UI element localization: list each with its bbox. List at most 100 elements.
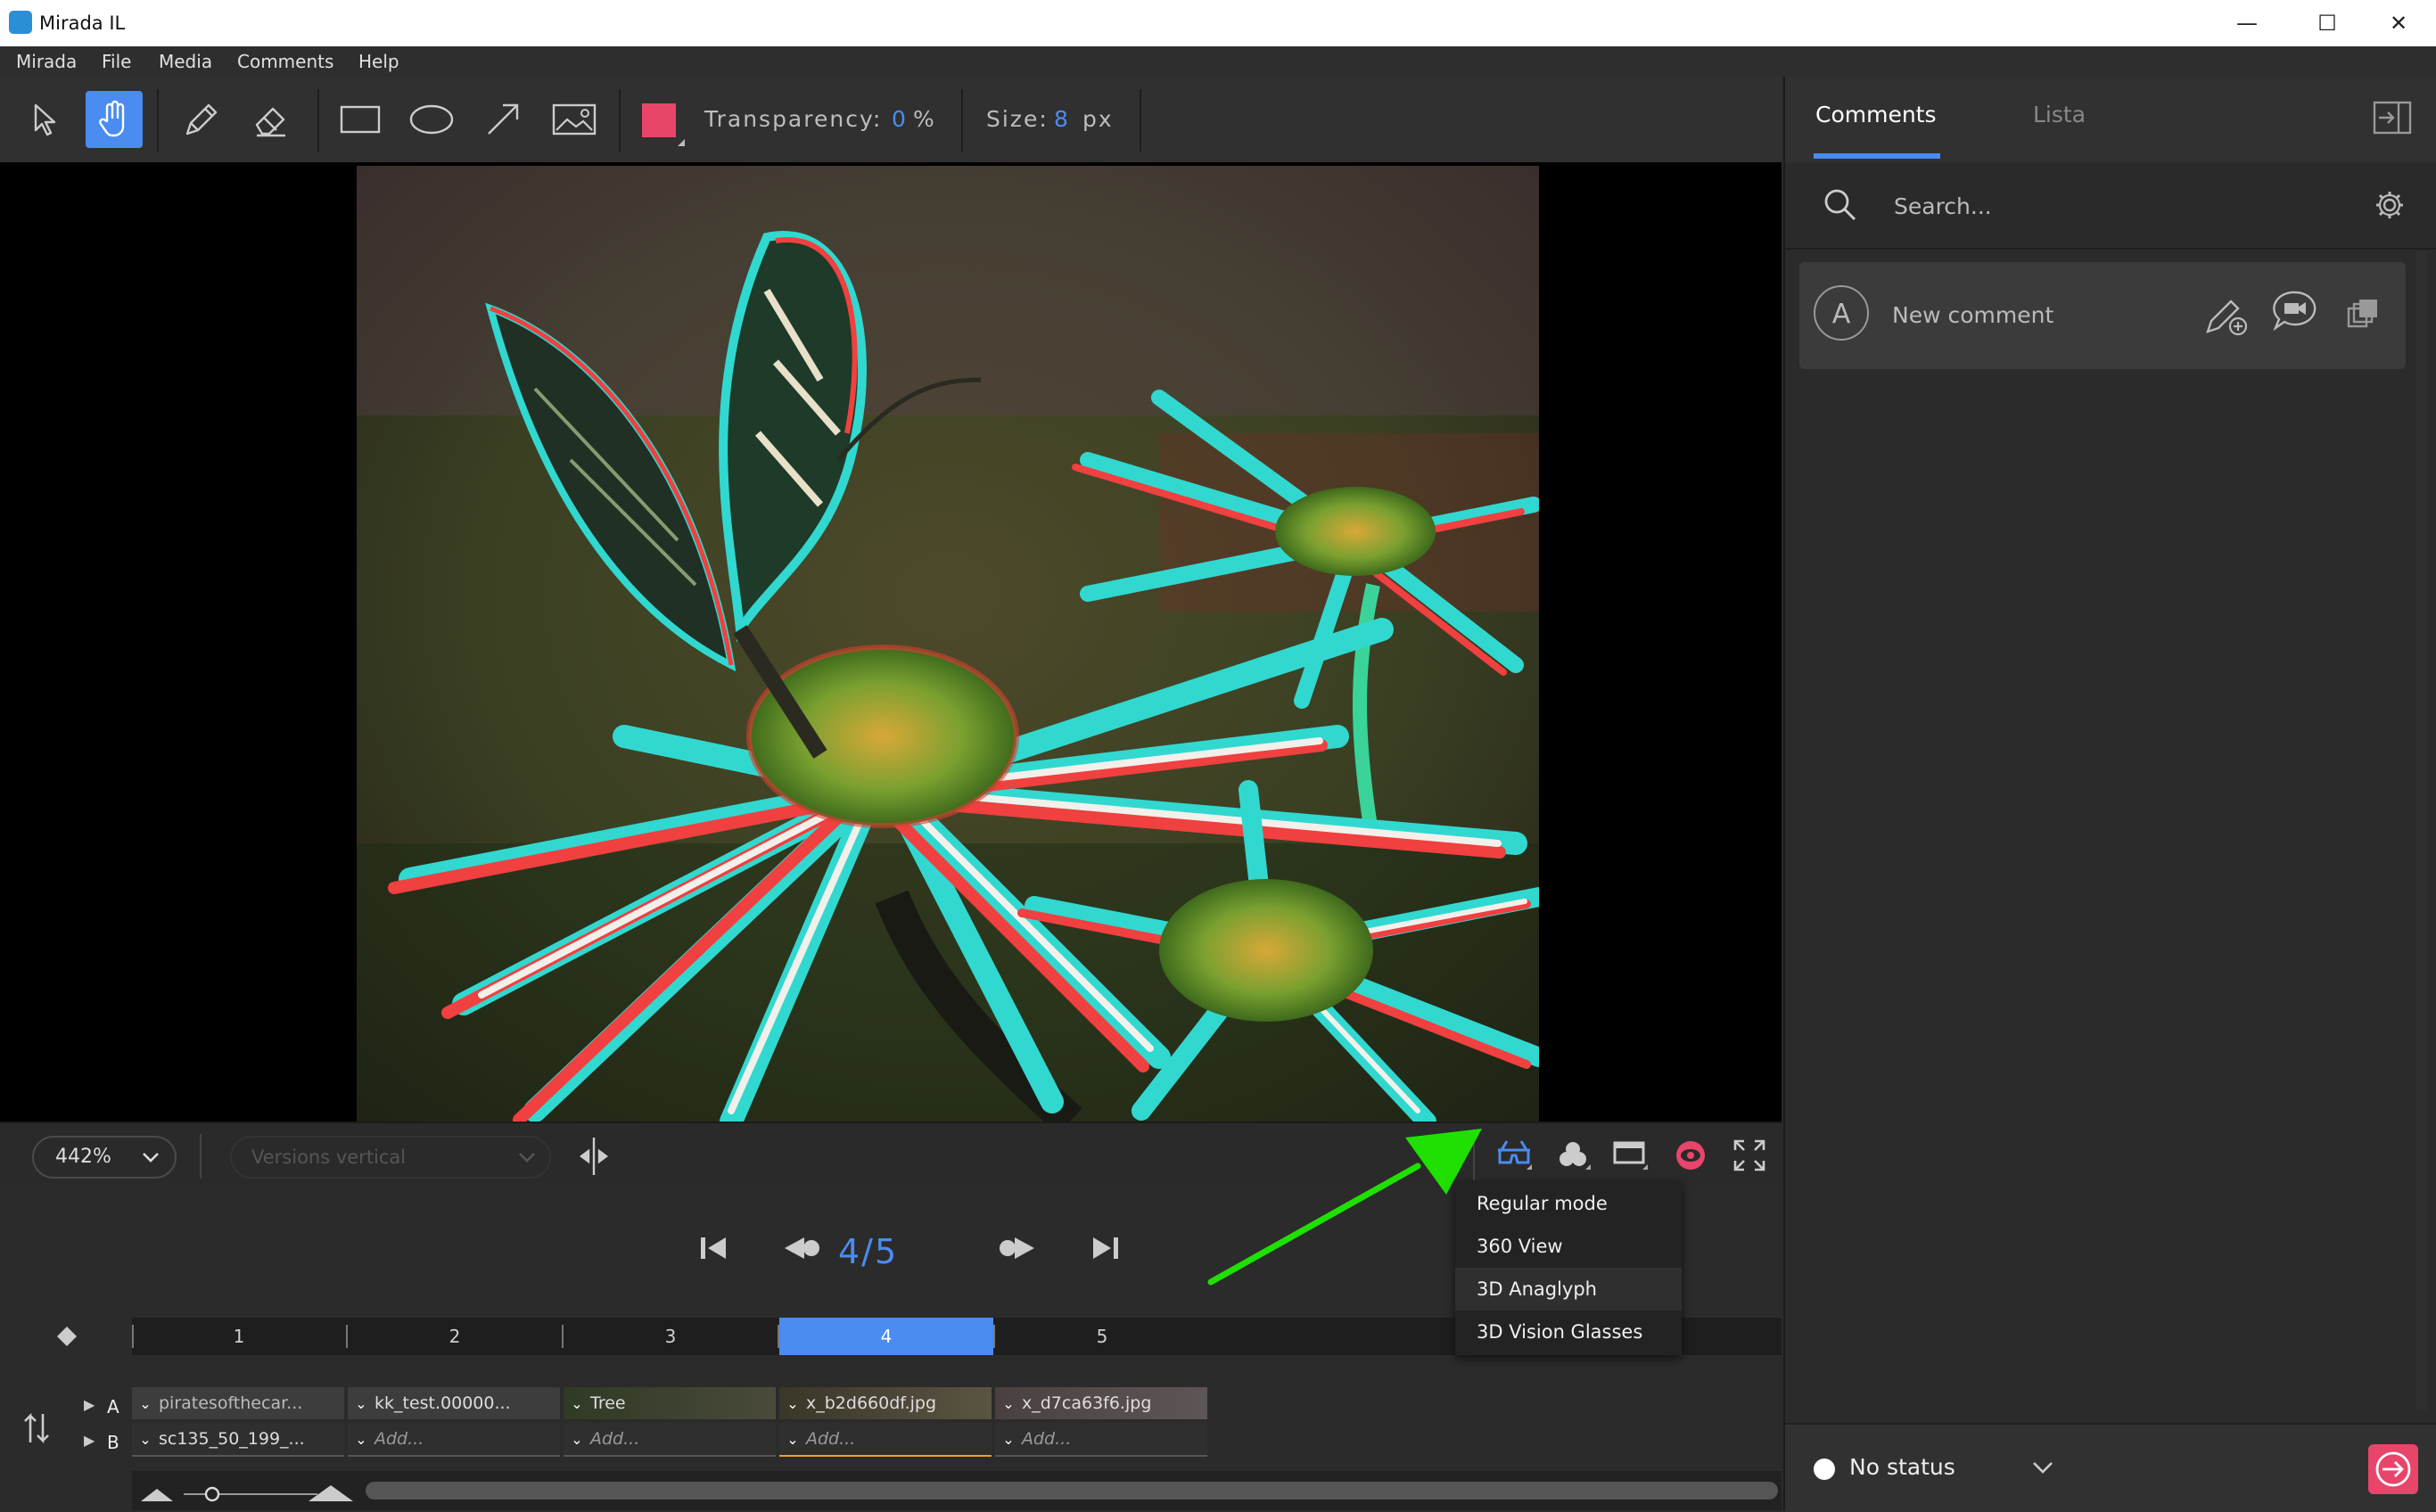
clip-name: kk_test.00000... (374, 1393, 511, 1413)
menu-item-3d-vision-glasses[interactable]: 3D Vision Glasses (1455, 1311, 1682, 1353)
3d-glasses-icon[interactable] (1494, 1138, 1534, 1173)
track-b-add-slot[interactable]: ⌄ Add... (348, 1423, 560, 1457)
rectangle-icon (340, 105, 381, 134)
arrow-tool[interactable] (474, 91, 531, 148)
pen-tool[interactable] (173, 91, 230, 148)
size-value[interactable]: 8 (1054, 77, 1068, 162)
close-button[interactable]: ✕ (2363, 0, 2434, 46)
eraser-tool[interactable] (243, 91, 300, 148)
menu-item-regular-mode[interactable]: Regular mode (1455, 1182, 1682, 1225)
timeline-scrollbar[interactable] (366, 1482, 1778, 1500)
new-comment-box[interactable]: A New comment (1799, 262, 2406, 369)
app-logo-icon (9, 11, 32, 34)
panel-scrollbar[interactable] (2416, 251, 2427, 1410)
select-tool[interactable] (16, 91, 73, 148)
status-select[interactable]: No status (1849, 1425, 1955, 1510)
gear-icon[interactable] (2374, 189, 2406, 221)
video-comment-icon[interactable] (2270, 289, 2320, 335)
color-dropdown-icon (678, 139, 685, 146)
track-a-clip[interactable]: ⌄ Tree (564, 1387, 776, 1419)
next-frame-icon[interactable] (997, 1232, 1038, 1264)
ellipse-tool[interactable] (403, 91, 460, 148)
keyframe-diamond-icon[interactable] (55, 1325, 78, 1348)
menu-file[interactable]: File (102, 46, 131, 77)
menu-item-3d-anaglyph[interactable]: 3D Anaglyph (1455, 1268, 1682, 1311)
menu-media[interactable]: Media (159, 46, 212, 77)
menu-help[interactable]: Help (358, 46, 399, 77)
split-compare-icon[interactable] (578, 1136, 610, 1177)
previous-frame-icon[interactable] (781, 1232, 822, 1264)
draw-annotation-icon[interactable] (2201, 289, 2251, 339)
add-slot-label: Add... (1022, 1429, 1072, 1449)
last-frame-icon[interactable] (1090, 1232, 1122, 1264)
avatar: A (1814, 285, 1869, 341)
exit-session-button[interactable] (2368, 1444, 2418, 1494)
add-slot-label: Add... (374, 1429, 424, 1449)
track-a-clip[interactable]: ⌄ kk_test.00000... (348, 1387, 560, 1419)
fullscreen-icon[interactable] (1732, 1138, 1767, 1173)
size-unit: px (1082, 106, 1114, 132)
clip-name: x_d7ca63f6.jpg (1022, 1393, 1152, 1413)
menu-item-360-view[interactable]: 360 View (1455, 1225, 1682, 1268)
track-b-label: B (107, 1432, 119, 1453)
expand-track-a-icon[interactable]: ▶ (84, 1396, 95, 1413)
timeline-tick: 1 (233, 1326, 245, 1347)
swap-tracks-icon[interactable] (21, 1410, 52, 1446)
eraser-icon (255, 107, 285, 137)
timeline-tick: 3 (664, 1326, 677, 1347)
versions-layout-select[interactable]: Versions vertical (230, 1136, 551, 1179)
zoom-value: 442% (55, 1146, 111, 1168)
image-tool[interactable] (546, 91, 603, 148)
collapse-panel-icon[interactable] (2372, 100, 2413, 136)
transparency-label: Transparency: (704, 106, 883, 132)
track-a-clip[interactable]: ⌄ piratesofthecar... (132, 1387, 344, 1419)
timeline-tick: 4 (880, 1326, 893, 1347)
track-a-clip[interactable]: ⌄ x_d7ca63f6.jpg (995, 1387, 1207, 1419)
track-b-add-slot[interactable]: ⌄ Add... (779, 1423, 992, 1457)
visibility-eye-icon[interactable] (1673, 1139, 1708, 1171)
annotation-arrow (1207, 1129, 1482, 1286)
timeline-zoom-slider[interactable] (139, 1480, 371, 1505)
status-bar: No status (1785, 1423, 2436, 1512)
track-b-clip[interactable]: ⌄ sc135_50_199_... (132, 1423, 344, 1457)
menu-comments[interactable]: Comments (237, 46, 333, 77)
chevron-down-icon[interactable] (2031, 1459, 2054, 1476)
add-slot-label: Add... (806, 1429, 856, 1449)
transparency-value[interactable]: 0 (892, 77, 906, 162)
track-a-clip[interactable]: ⌄ x_b2d660df.jpg (779, 1387, 992, 1419)
new-comment-placeholder: New comment (1892, 302, 2054, 328)
color-channels-icon[interactable] (1553, 1138, 1592, 1173)
tab-comments[interactable]: Comments (1815, 77, 1937, 153)
track-b-add-slot[interactable]: ⌄ Add... (564, 1423, 776, 1457)
zoom-select[interactable]: 442% (32, 1136, 177, 1179)
rectangle-tool[interactable] (332, 91, 389, 148)
status-indicator (1814, 1459, 1835, 1480)
minimize-button[interactable]: — (2211, 0, 2283, 46)
exit-icon (2375, 1451, 2411, 1487)
butterfly-flower-image (357, 166, 1539, 1122)
first-frame-icon[interactable] (697, 1232, 729, 1264)
tab-lista[interactable]: Lista (2033, 77, 2086, 153)
maximize-button[interactable]: ☐ (2292, 0, 2363, 46)
search-input[interactable] (1892, 184, 2288, 228)
timeline-tick: 2 (449, 1326, 461, 1347)
timeline-tick: 5 (1096, 1326, 1108, 1347)
pointer-icon (34, 103, 56, 136)
comments-panel: Comments Lista A New comment No status (1783, 77, 2436, 1512)
comment-search (1785, 162, 2436, 248)
stereo-mode-menu: Regular mode 360 View 3D Anaglyph 3D Vis… (1455, 1180, 1682, 1355)
versions-layout-value: Versions vertical (251, 1146, 407, 1168)
size-label: Size: (986, 106, 1049, 132)
copy-frames-icon[interactable] (2345, 296, 2381, 332)
view-controls-bar: 442% Versions vertical (0, 1122, 1782, 1189)
pan-tool[interactable] (86, 91, 143, 148)
expand-track-b-icon[interactable]: ▶ (84, 1432, 95, 1449)
drawing-toolbar: Transparency: 0 % Size: 8 px (0, 77, 1782, 164)
color-swatch[interactable] (642, 103, 676, 137)
menu-mirada[interactable]: Mirada (16, 46, 77, 77)
ellipse-icon (409, 104, 454, 135)
display-mode-icon[interactable] (1610, 1138, 1650, 1173)
active-tab-indicator (1814, 153, 1940, 159)
track-b-add-slot[interactable]: ⌄ Add... (995, 1423, 1207, 1457)
image-viewer[interactable] (0, 162, 1782, 1122)
